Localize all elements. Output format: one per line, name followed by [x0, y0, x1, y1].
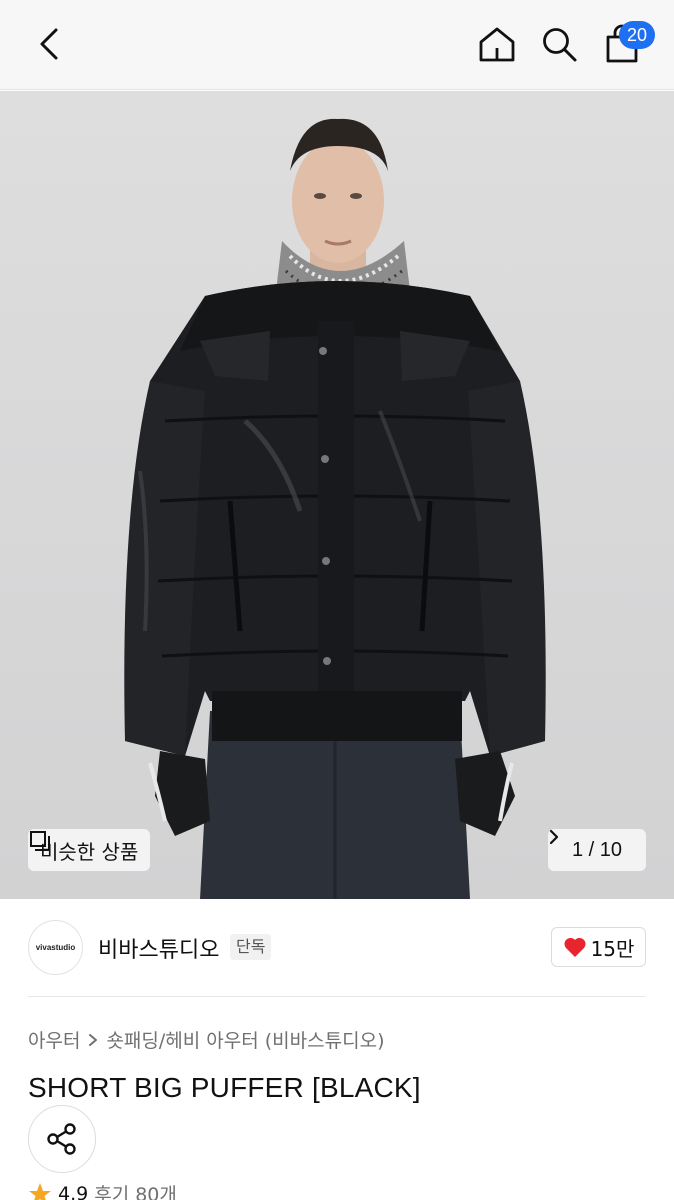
rating-row[interactable]: 4.9 후기 80개 [28, 1180, 177, 1200]
brand-logo-text: vivastudio [35, 943, 76, 952]
search-button[interactable] [537, 22, 581, 66]
star-icon [29, 1182, 51, 1200]
like-count: 15만 [590, 936, 635, 961]
product-image-gallery[interactable]: 비슷한 상품 1 / 10 [0, 91, 674, 899]
breadcrumb-item-category[interactable]: 숏패딩/헤비 아우터 (비바스튜디오) [106, 1026, 384, 1053]
similar-products-label: 비슷한 상품 [40, 839, 139, 864]
top-navigation-bar: 20 [0, 0, 674, 90]
review-count[interactable]: 후기 80개 [94, 1180, 177, 1200]
image-pager-button[interactable]: 1 / 10 [548, 829, 646, 871]
home-button[interactable] [475, 22, 519, 66]
back-button[interactable] [28, 22, 72, 66]
brand-name[interactable]: 비바스튜디오 [98, 932, 219, 964]
search-icon [543, 28, 577, 62]
copy-icon [30, 831, 50, 851]
rating-score: 4.9 [58, 1182, 89, 1200]
chevron-right-icon [89, 1033, 98, 1046]
heart-icon [564, 937, 586, 957]
home-icon [479, 27, 515, 62]
breadcrumb: 아우터 숏패딩/헤비 아우터 (비바스튜디오) [28, 1026, 384, 1053]
share-button[interactable] [28, 1105, 96, 1173]
section-divider [28, 996, 646, 997]
chevron-right-icon [549, 829, 559, 845]
like-button[interactable]: 15만 [551, 927, 646, 967]
breadcrumb-item-outer[interactable]: 아우터 [28, 1026, 80, 1053]
share-icon [47, 1123, 76, 1155]
similar-products-button[interactable]: 비슷한 상품 [28, 829, 151, 871]
image-pager-label: 1 / 10 [571, 838, 623, 861]
product-title: SHORT BIG PUFFER [BLACK] [28, 1072, 421, 1103]
brand-logo[interactable]: vivastudio [28, 920, 83, 975]
product-photo [124, 118, 546, 899]
exclusive-badge: 단독 [230, 934, 272, 960]
brand-row: vivastudio 비바스튜디오 단독 15만 [28, 920, 646, 976]
cart-count-badge: 20 [619, 21, 655, 49]
chevron-left-icon [40, 28, 58, 60]
